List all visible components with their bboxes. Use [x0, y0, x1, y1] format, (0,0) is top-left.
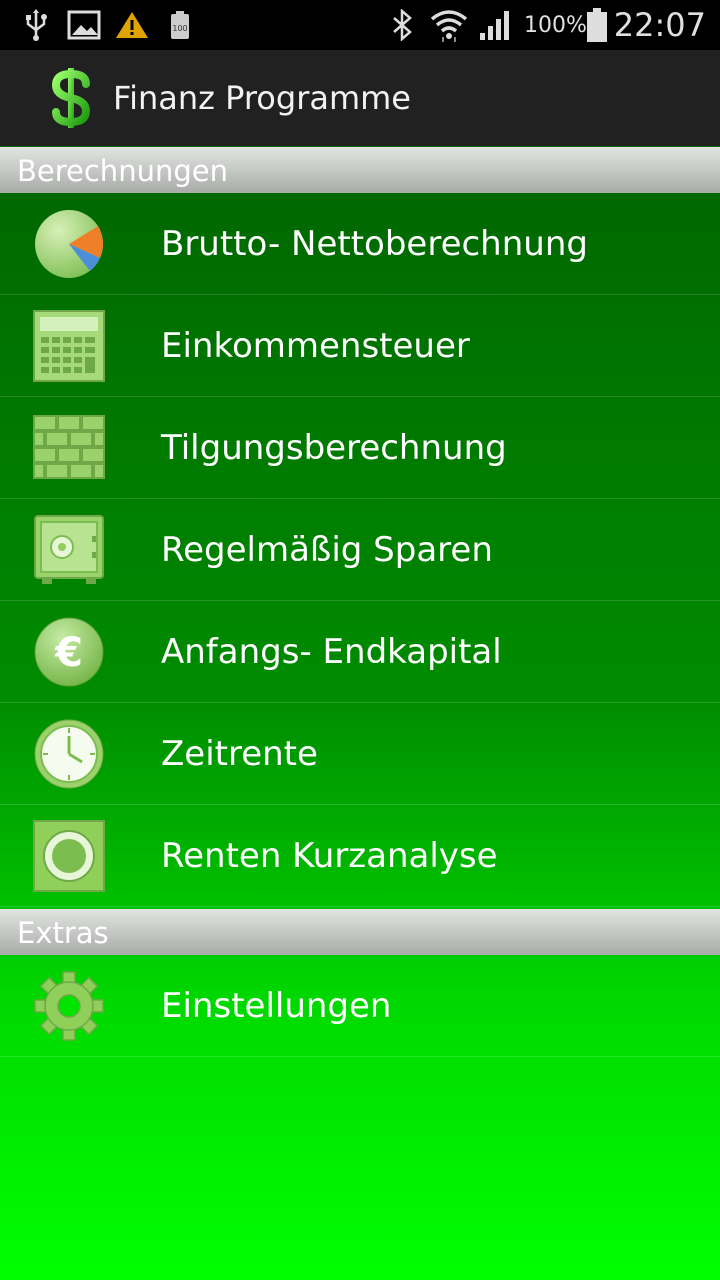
euro-icon: € [32, 616, 106, 688]
list-item-label: Zeitrente [161, 734, 318, 774]
warning-icon [115, 0, 149, 50]
list-item-brutto-netto[interactable]: Brutto- Nettoberechnung [0, 193, 720, 295]
list-item-label: Brutto- Nettoberechnung [161, 224, 588, 264]
status-time: 22:07 [613, 6, 706, 44]
list-item-einkommensteuer[interactable]: Einkommensteuer [0, 295, 720, 397]
signal-icon [478, 0, 512, 50]
status-bar: 100 100% 22:07 [0, 0, 720, 50]
target-icon [32, 820, 106, 892]
calculator-icon [32, 310, 106, 382]
app-title: Finanz Programme [113, 79, 411, 117]
dollar-icon[interactable] [48, 66, 96, 134]
wifi-icon [430, 0, 468, 50]
gear-icon [32, 970, 106, 1042]
list-item-regelmaessig-sparen[interactable]: Regelmäßig Sparen [0, 499, 720, 601]
list-item-label: Einstellungen [161, 986, 392, 1026]
list-item-label: Renten Kurzanalyse [161, 836, 498, 876]
list-item-tilgungsberechnung[interactable]: Tilgungsberechnung [0, 397, 720, 499]
image-icon [67, 0, 101, 50]
svg-text:100: 100 [172, 24, 187, 33]
list-item-anfangs-endkapital[interactable]: € Anfangs- Endkapital [0, 601, 720, 703]
section-header-berechnungen: Berechnungen [0, 147, 720, 193]
action-bar: Finanz Programme [0, 50, 720, 146]
list-item-label: Einkommensteuer [161, 326, 470, 366]
list-item-label: Regelmäßig Sparen [161, 530, 493, 570]
section-header-extras: Extras [0, 909, 720, 955]
list-item-einstellungen[interactable]: Einstellungen [0, 955, 720, 1057]
battery-small-icon: 100 [170, 0, 190, 50]
usb-icon [24, 0, 48, 50]
bluetooth-icon [390, 0, 414, 50]
clock-icon [32, 718, 106, 790]
list-item-label: Tilgungsberechnung [161, 428, 507, 468]
battery-icon [586, 0, 608, 50]
safe-icon [32, 514, 106, 586]
list-item-label: Anfangs- Endkapital [161, 632, 502, 672]
battery-percent: 100% [524, 12, 587, 38]
brick-wall-icon [32, 412, 106, 484]
pie-chart-icon [32, 208, 106, 280]
svg-text:€: € [54, 630, 83, 676]
list-item-zeitrente[interactable]: Zeitrente [0, 703, 720, 805]
list-item-renten-kurzanalyse[interactable]: Renten Kurzanalyse [0, 805, 720, 907]
